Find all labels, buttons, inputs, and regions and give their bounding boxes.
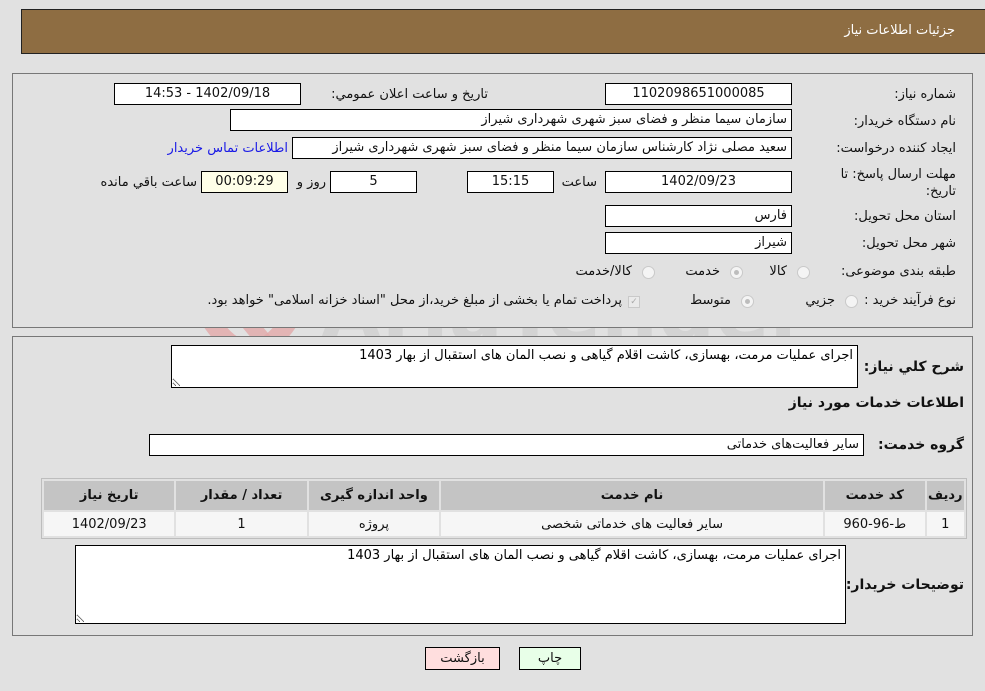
col-header-unit: واحد اندازه گیری: [308, 481, 440, 510]
need-info-panel: شماره نیاز: 1102098651000085 تاریخ و ساع…: [12, 73, 973, 328]
page-header: جزئیات اطلاعات نیاز: [21, 9, 985, 54]
purchase-type-radio-minor[interactable]: [845, 295, 858, 308]
treasury-note: پرداخت تمام یا بخشی از مبلغ خرید،از محل …: [207, 293, 622, 308]
cell-need-date: 1402/09/23: [44, 512, 175, 536]
buyer-org-label: نام دستگاه خریدار:: [853, 114, 956, 129]
buyer-org-field: سازمان سیما منظر و فضای سبز شهری شهرداری…: [230, 109, 792, 131]
service-details-panel: شرح كلي نیاز: اجرای عملیات مرمت، بهسازی،…: [12, 336, 973, 636]
city-field: شیراز: [605, 232, 792, 254]
cell-service-name: سایر فعالیت های خدماتی شخصی: [441, 512, 823, 536]
buyer-notes-label: توضیحات خریدار:: [845, 577, 964, 593]
buyer-contact-link[interactable]: اطلاعات تماس خریدار: [168, 141, 288, 156]
col-header-need-date: تاریخ نیاز: [44, 481, 175, 510]
requester-label: ایجاد کننده درخواست:: [836, 141, 956, 156]
summary-label: شرح كلي نیاز:: [863, 359, 964, 375]
col-header-service-code: کد خدمت: [824, 481, 925, 510]
cell-service-code: ط-96-960: [824, 512, 925, 536]
deadline-time-label: ساعت: [561, 175, 597, 190]
col-header-row-number: ردیف: [926, 481, 964, 510]
category-radio-goods-service[interactable]: [642, 266, 655, 279]
remaining-days-field: 5: [330, 171, 417, 193]
province-field: فارس: [605, 205, 792, 227]
cell-quantity: 1: [176, 512, 307, 536]
category-option-goods: کالا: [769, 264, 787, 279]
summary-textarea[interactable]: اجرای عملیات مرمت، بهسازی، کاشت اقلام گی…: [171, 345, 858, 388]
purchase-type-label: نوع فرآیند خرید :: [864, 293, 956, 308]
services-section-title: اطلاعات خدمات مورد نیاز: [788, 395, 964, 411]
back-button[interactable]: بازگشت: [425, 647, 500, 670]
announce-datetime-field: 1402/09/18 - 14:53: [114, 83, 301, 105]
buyer-notes-textarea[interactable]: اجرای عملیات مرمت، بهسازی، کاشت اقلام گی…: [75, 545, 846, 624]
col-header-quantity: تعداد / مقدار: [176, 481, 307, 510]
remaining-days-label: روز و: [296, 175, 326, 190]
page-title: جزئیات اطلاعات نیاز: [844, 23, 955, 38]
service-group-label: گروه خدمت:: [878, 437, 964, 453]
category-radio-service[interactable]: [730, 266, 743, 279]
col-header-service-name: نام خدمت: [441, 481, 823, 510]
category-label: طبقه بندی موضوعی:: [840, 264, 956, 279]
category-option-service: خدمت: [685, 264, 720, 279]
announce-datetime-label: تاریخ و ساعت اعلان عمومي:: [331, 87, 488, 102]
service-group-field: سایر فعالیت‌های خدماتی: [149, 434, 864, 456]
services-table: ردیف کد خدمت نام خدمت واحد اندازه گیری ت…: [41, 478, 967, 539]
need-number-label: شماره نیاز:: [894, 87, 956, 102]
category-option-goods-service: کالا/خدمت: [575, 264, 632, 279]
cell-row-number: 1: [926, 512, 964, 536]
deadline-label: مهلت ارسال پاسخ: تا تاریخ:: [840, 167, 956, 199]
deadline-time-field: 15:15: [467, 171, 554, 193]
need-number-field: 1102098651000085: [605, 83, 792, 105]
category-radio-goods[interactable]: [797, 266, 810, 279]
remaining-time-label: ساعت باقي مانده: [100, 175, 197, 190]
city-label: شهر محل تحویل:: [861, 236, 956, 251]
remaining-time-field: 00:09:29: [201, 171, 288, 193]
table-row: 1 ط-96-960 سایر فعالیت های خدماتی شخصی پ…: [44, 512, 964, 536]
purchase-type-radio-medium[interactable]: [741, 295, 754, 308]
table-header-row: ردیف کد خدمت نام خدمت واحد اندازه گیری ت…: [44, 481, 964, 510]
province-label: استان محل تحویل:: [854, 209, 956, 224]
print-button[interactable]: چاپ: [519, 647, 581, 670]
deadline-date-field: 1402/09/23: [605, 171, 792, 193]
cell-unit: پروژه: [308, 512, 440, 536]
requester-field: سعید مصلی نژاد کارشناس سازمان سیما منظر …: [292, 137, 792, 159]
treasury-checkbox[interactable]: ✓: [628, 296, 640, 308]
purchase-type-option-minor: جزيي: [805, 293, 835, 308]
purchase-type-option-medium: متوسط: [690, 293, 731, 308]
